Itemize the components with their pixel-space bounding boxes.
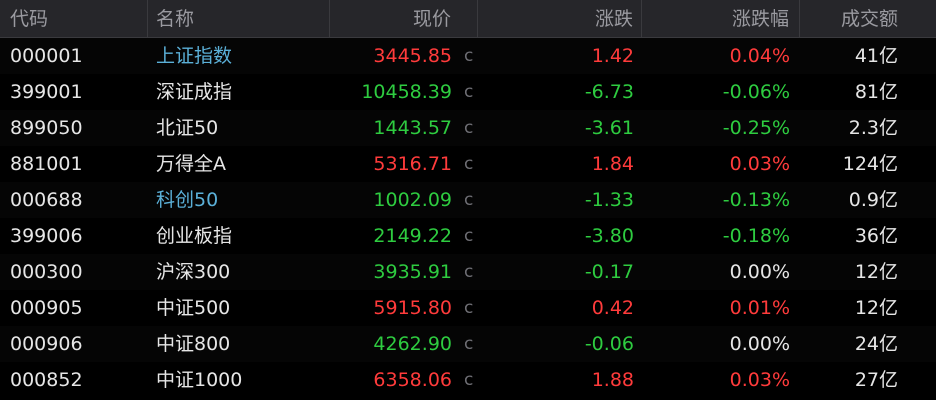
header-volume[interactable]: 成交额 [800,0,936,38]
table-row[interactable]: 899050 北证50 1443.57 c -3.61 -0.25% 2.3亿 [0,110,936,146]
row-name[interactable]: 上证指数 [148,38,330,74]
row-change: -0.06 [584,333,634,355]
row-name: 北证50 [156,117,219,139]
row-price: 1443.57 [373,117,452,139]
row-name[interactable]: 科创50 [148,182,330,218]
row-volume: 12亿 [854,297,898,319]
row-price: 5316.71 [373,153,452,175]
row-volume: 24亿 [854,333,898,355]
row-price-flag: c [464,334,474,354]
row-volume: 0.9亿 [848,189,898,211]
row-change-pct: 0.03% [729,369,790,391]
row-change: 0.42 [591,297,634,319]
row-code: 000001 [10,45,83,67]
header-price[interactable]: 现价 [330,0,478,38]
row-price: 4262.90 [373,333,452,355]
row-change-pct: -0.18% [722,225,790,247]
row-name: 万得全A [156,153,226,175]
row-change-pct: 0.01% [729,297,790,319]
table-row[interactable]: 399006 创业板指 2149.22 c -3.80 -0.18% 36亿 [0,218,936,254]
header-change-pct[interactable]: 涨跌幅 [642,0,800,38]
row-code: 899050 [10,117,83,139]
row-volume: 81亿 [854,81,898,103]
row-change: -1.33 [584,189,634,211]
row-change-pct: 0.03% [729,153,790,175]
row-price-flag: c [464,154,474,174]
row-name: 中证500 [156,297,231,319]
table-row[interactable]: 881001 万得全A 5316.71 c 1.84 0.03% 124亿 [0,146,936,182]
row-change: -3.80 [584,225,634,247]
header-change[interactable]: 涨跌 [478,0,642,38]
row-volume: 41亿 [854,45,898,67]
table-row[interactable]: 000905 中证500 5915.80 c 0.42 0.01% 12亿 [0,290,936,326]
row-code: 000688 [10,189,83,211]
table-row[interactable]: 000300 沪深300 3935.91 c -0.17 0.00% 12亿 [0,254,936,290]
header-code[interactable]: 代码 [0,0,148,38]
row-change: -6.73 [584,81,634,103]
row-code: 881001 [10,153,83,175]
row-name: 深证成指 [156,81,233,103]
row-change: 1.88 [591,369,634,391]
row-change: 1.84 [591,153,634,175]
row-volume: 2.3亿 [848,117,898,139]
row-change-pct: 0.00% [729,261,790,283]
row-price: 6358.06 [373,369,452,391]
row-price: 5915.80 [373,297,452,319]
row-volume: 124亿 [842,153,898,175]
row-change: 1.42 [591,45,634,67]
row-name: 沪深300 [156,261,231,283]
row-price-flag: c [464,298,474,318]
row-price: 1002.09 [373,189,452,211]
row-name: 中证1000 [156,369,243,391]
row-price: 2149.22 [373,225,452,247]
row-volume: 12亿 [854,261,898,283]
row-price-flag: c [464,190,474,210]
header-name[interactable]: 名称 [148,0,330,38]
table-row[interactable]: 000852 中证1000 6358.06 c 1.88 0.03% 27亿 [0,362,936,398]
row-change-pct: 0.04% [729,45,790,67]
row-price-flag: c [464,46,474,66]
row-price-flag: c [464,82,474,102]
row-price-flag: c [464,262,474,282]
row-price: 3445.85 [373,45,452,67]
row-code: 399006 [10,225,83,247]
row-code: 399001 [10,81,83,103]
row-code: 000300 [10,261,83,283]
row-price-flag: c [464,118,474,138]
row-change-pct: 0.00% [729,333,790,355]
table-header: 代码 名称 现价 涨跌 涨跌幅 成交额 [0,0,936,38]
table-body: 000001 上证指数 3445.85 c 1.42 0.04% 41亿 399001 深证成指… [0,38,936,398]
row-change-pct: -0.06% [722,81,790,103]
row-code: 000906 [10,333,83,355]
row-price-flag: c [464,226,474,246]
table-row[interactable]: 000906 中证800 4262.90 c -0.06 0.00% 24亿 [0,326,936,362]
row-price-flag: c [464,370,474,390]
row-change-pct: -0.25% [722,117,790,139]
row-change-pct: -0.13% [722,189,790,211]
row-change: -3.61 [584,117,634,139]
row-price: 3935.91 [373,261,452,283]
table-row[interactable]: 000001 上证指数 3445.85 c 1.42 0.04% 41亿 [0,38,936,74]
row-change: -0.17 [584,261,634,283]
row-code: 000852 [10,369,83,391]
table-row[interactable]: 000688 科创50 1002.09 c -1.33 -0.13% 0.9亿 [0,182,936,218]
row-volume: 36亿 [854,225,898,247]
row-price: 10458.39 [361,81,452,103]
row-name: 中证800 [156,333,231,355]
table-row[interactable]: 399001 深证成指 10458.39 c -6.73 -0.06% 81亿 [0,74,936,110]
row-name: 创业板指 [156,225,233,247]
index-quote-table: 代码 名称 现价 涨跌 涨跌幅 成交额 000001 上证指数 3445.85 c 1.… [0,0,936,400]
row-code: 000905 [10,297,83,319]
row-volume: 27亿 [854,369,898,391]
